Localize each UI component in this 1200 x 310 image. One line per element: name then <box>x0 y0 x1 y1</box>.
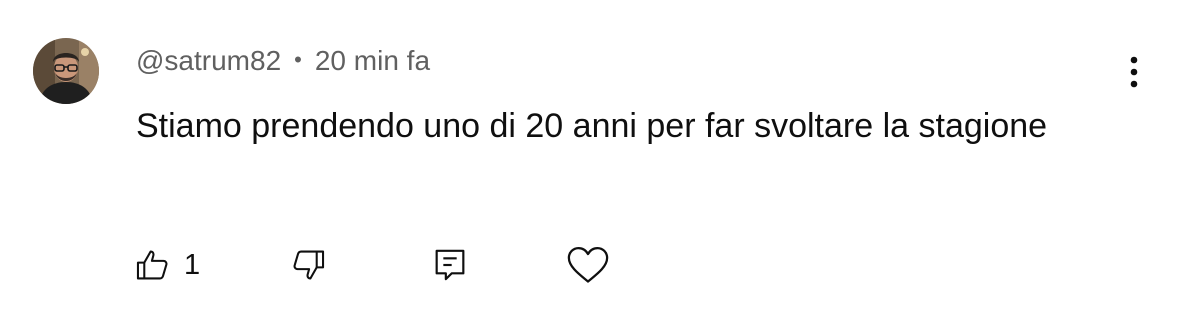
comment-timestamp[interactable]: 20 min fa <box>315 45 430 77</box>
comment-meta: @satrum82 • 20 min fa <box>136 42 430 80</box>
like-count: 1 <box>184 248 201 281</box>
meta-separator: • <box>294 47 302 72</box>
more-options-button[interactable] <box>1114 50 1154 94</box>
dislike-button[interactable] <box>289 235 327 295</box>
author-name[interactable]: @satrum82 <box>136 45 281 77</box>
comment-actions: 1 <box>0 235 1200 295</box>
vertical-ellipsis-icon <box>1130 56 1138 88</box>
comment-text: Stiamo prendendo uno di 20 anni per far … <box>136 107 1048 145</box>
avatar[interactable] <box>33 38 99 104</box>
thumbs-down-icon <box>293 250 325 280</box>
heart-icon <box>567 247 609 283</box>
heart-button[interactable] <box>565 235 611 295</box>
like-button[interactable]: 1 <box>134 235 200 295</box>
comment-reply-icon <box>435 249 465 281</box>
thumbs-up-icon <box>136 250 168 280</box>
avatar-image <box>33 38 99 104</box>
reply-button[interactable] <box>430 235 470 295</box>
